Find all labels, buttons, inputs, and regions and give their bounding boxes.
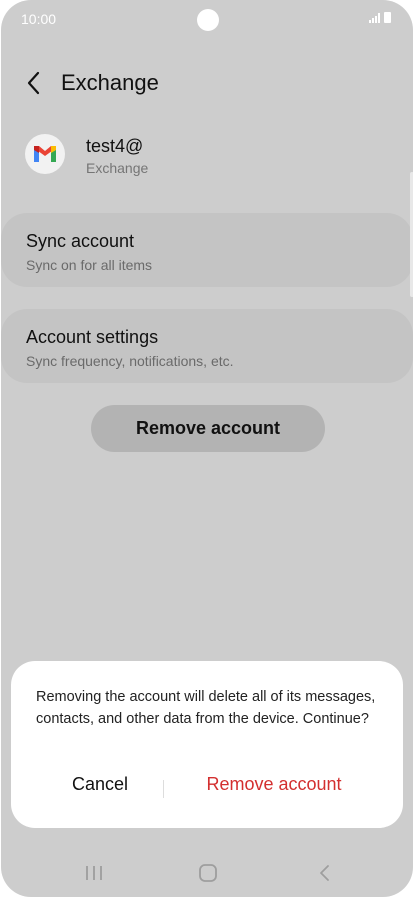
dialog-message: Removing the account will delete all of … [36,689,376,727]
remove-account-dialog: Removing the account will delete all of … [11,661,403,828]
back-icon[interactable] [313,862,337,884]
status-icons [369,12,391,23]
card-subtitle: Sync frequency, notifications, etc. [26,353,234,369]
account-row: test4@ Exchange [1,128,413,188]
status-bar: 10:00 [1,0,413,40]
remove-account-button[interactable]: Remove account [91,405,325,452]
card-title: Account settings [26,327,159,347]
battery-icon [384,12,391,23]
account-name: test4@ [86,136,144,156]
scroll-indicator [410,172,413,297]
recent-apps-icon[interactable] [82,862,106,884]
account-settings-card[interactable]: Account settings Sync frequency, notific… [1,309,413,383]
card-subtitle: Sync on for all items [26,257,153,273]
status-time: 10:00 [21,11,57,27]
gmail-icon [25,134,65,174]
account-type: Exchange [86,160,149,176]
confirm-remove-button[interactable]: Remove account [189,774,359,804]
home-icon[interactable] [196,862,220,884]
phone-frame: 10:00 Exchange test4@ Exchange Sync acco… [0,0,414,897]
header: Exchange [1,62,413,106]
signal-icon [369,13,380,23]
navigation-bar [1,852,413,892]
dialog-divider [163,780,164,798]
card-title: Sync account [26,231,135,251]
page-title: Exchange [61,70,159,95]
screen: 10:00 Exchange test4@ Exchange Sync acco… [1,0,413,897]
cancel-button[interactable]: Cancel [51,774,149,804]
camera-cutout [197,9,219,31]
back-arrow-icon[interactable] [23,70,45,96]
sync-account-card[interactable]: Sync account Sync on for all items [1,213,413,287]
